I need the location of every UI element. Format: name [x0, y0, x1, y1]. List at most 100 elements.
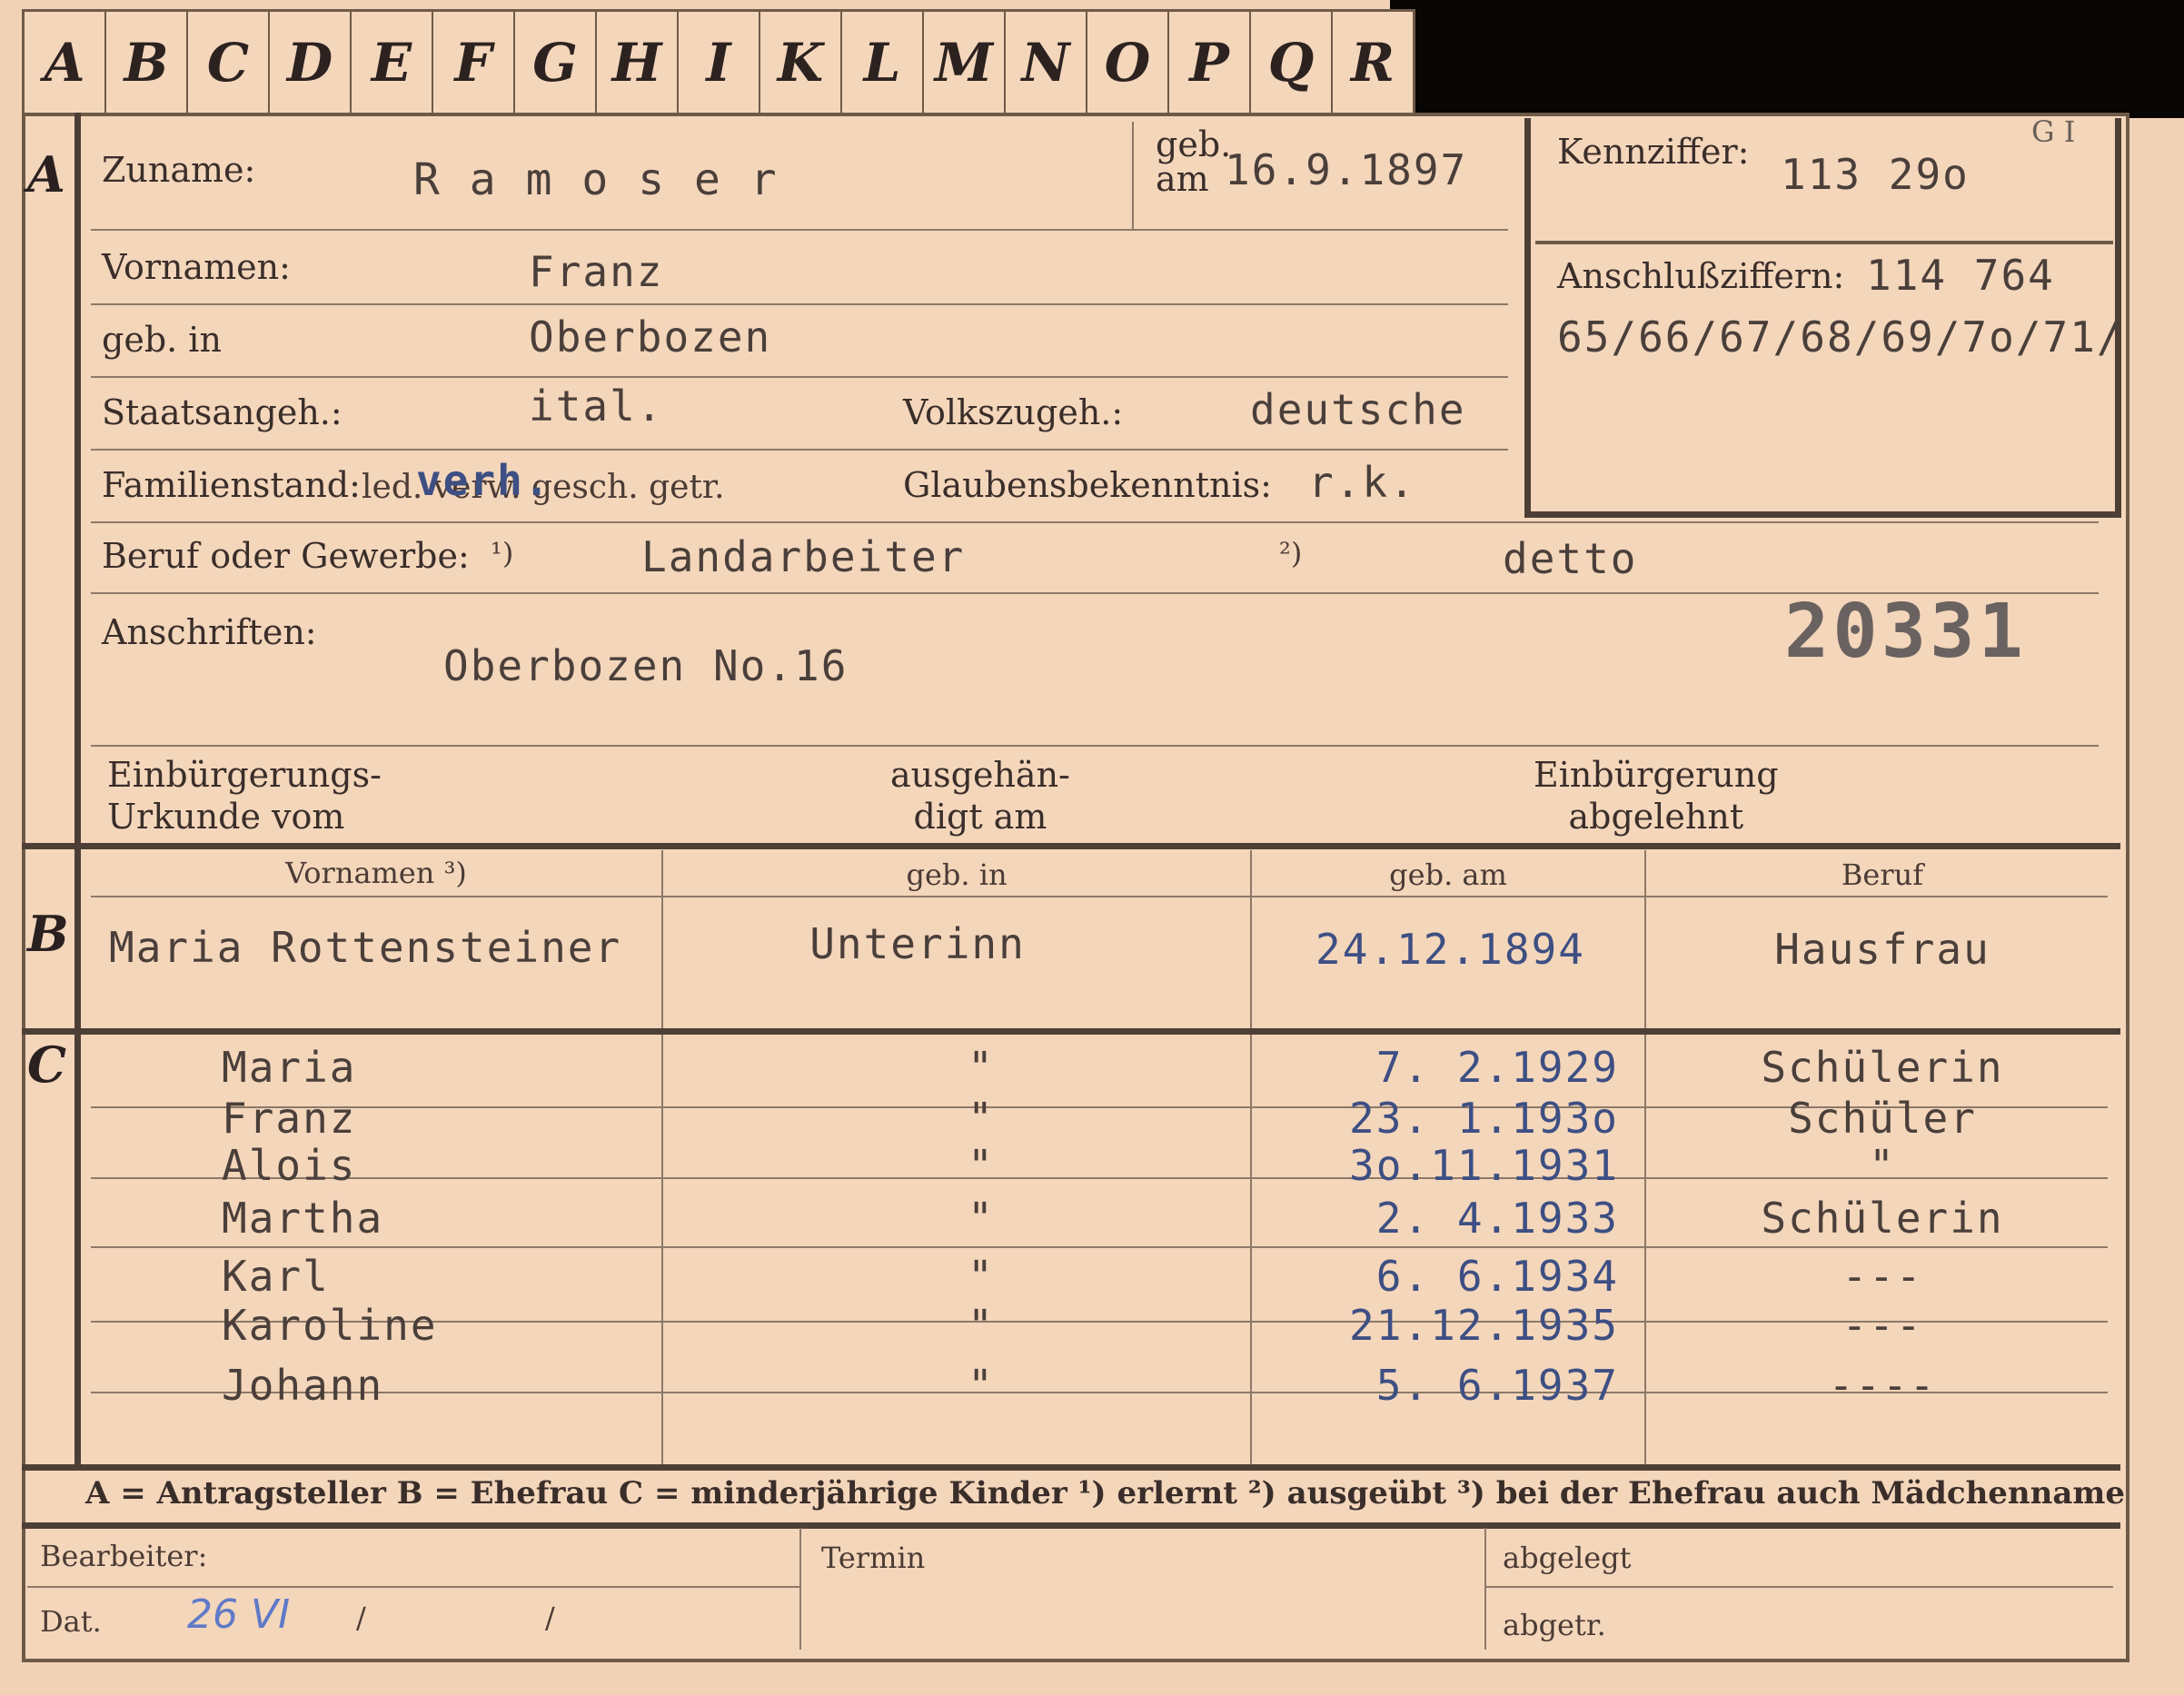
child-name: Maria [222, 1043, 357, 1092]
tab-letter: L [842, 12, 924, 114]
anschriften-value: Oberbozen No.16 [443, 641, 849, 690]
bearbeiter-label: Bearbeiter: [40, 1539, 208, 1573]
header-geb-in: geb. in [906, 857, 1008, 892]
geb-in-label: geb. in [102, 320, 222, 360]
tab-letter: P [1169, 12, 1251, 114]
alphabet-tabs: ABCDEFGHIKLMNOPQR [22, 9, 1415, 116]
tab-letter: F [433, 12, 515, 114]
child-geb-in: " [968, 1141, 995, 1190]
dat-slash-1: / [356, 1601, 366, 1635]
stamp-number: 20331 [1784, 589, 2027, 675]
section-c-letter: C [27, 1036, 66, 1094]
header-beruf: Beruf [1841, 857, 1924, 892]
geb-am-value: 16.9.1897 [1225, 145, 1468, 194]
glaubens-value: r.k. [1308, 458, 1416, 507]
staatsangeh-label: Staatsangeh.: [102, 392, 342, 432]
zuname-label: Zuname: [102, 150, 256, 190]
einbuergerungs-urkunde-label: Einbürgerungs- Urkunde vom [107, 755, 382, 837]
tab-letter: I [679, 12, 760, 114]
ehefrau-geb-in: Unterinn [809, 919, 1026, 968]
tab-letter: B [106, 12, 188, 114]
child-name: Johann [222, 1361, 384, 1410]
child-beruf: --- [1842, 1252, 1923, 1301]
child-name: Karl [222, 1252, 330, 1301]
geb-am-label: geb. am [1156, 124, 1232, 199]
child-beruf: ---- [1828, 1361, 1937, 1410]
child-beruf: Schülerin [1761, 1194, 2004, 1243]
geb-in-value: Oberbozen [529, 312, 772, 362]
abgetr-label: abgetr. [1503, 1608, 1606, 1642]
tab-letter: Q [1251, 12, 1333, 114]
kennziffer-label: Kennziffer: [1557, 132, 1750, 172]
child-geb-in: " [968, 1361, 995, 1410]
einbuergerung-abgelehnt-label: Einbürgerung abgelehnt [1534, 755, 1779, 837]
child-geb-am: 6. 6.1934 [1375, 1252, 1619, 1301]
vornamen-label: Vornamen: [102, 247, 291, 287]
child-geb-in: " [968, 1301, 995, 1350]
child-geb-am: 3o.11.1931 [1349, 1141, 1619, 1190]
tab-letter: D [270, 12, 352, 114]
tab-letter: R [1350, 32, 1395, 94]
beruf-note-1: ¹) [491, 536, 514, 570]
child-name: Alois [222, 1141, 357, 1190]
abgelegt-label: abgelegt [1503, 1541, 1632, 1575]
child-beruf: Schüler [1788, 1094, 1977, 1143]
child-beruf: " [1869, 1141, 1896, 1190]
glaubens-label: Glaubensbekenntnis: [903, 465, 1272, 505]
tab-letter: E [352, 12, 433, 114]
vornamen-value: Franz [529, 247, 664, 296]
tab-letter: K [760, 12, 842, 114]
ehefrau-name: Maria Rottensteiner [109, 923, 622, 972]
dat-slash-2: / [545, 1601, 555, 1635]
beruf-value-2: detto [1503, 534, 1638, 583]
section-a-letter: A [27, 145, 65, 203]
child-name: Karoline [222, 1301, 438, 1350]
child-geb-in: " [968, 1252, 995, 1301]
legend-text: A = Antragsteller B = Ehefrau C = minder… [85, 1475, 2125, 1512]
anschluss-value-2: 65/66/67/68/69/7o/71/ [1557, 312, 2124, 362]
scan-background [1390, 0, 2184, 118]
dat-label: Dat. [40, 1604, 102, 1639]
tab-letter: O [1087, 12, 1169, 114]
child-beruf: Schülerin [1761, 1043, 2004, 1092]
tab-letter: N [1006, 12, 1087, 114]
volkszugeh-label: Volkszugeh.: [903, 392, 1124, 432]
anschriften-label: Anschriften: [102, 612, 317, 652]
ausgehaendigt-label: ausgehän- digt am [890, 755, 1070, 837]
anschluss-value-1: 114 764 [1866, 251, 2055, 300]
child-geb-in: " [968, 1043, 995, 1092]
tab-letter: A [25, 12, 106, 114]
child-geb-in: " [968, 1094, 995, 1143]
tab-letter: G [515, 12, 597, 114]
familienstand-label: Familienstand: [102, 465, 361, 505]
familienstand-value: verh. [416, 456, 551, 505]
header-geb-am: geb. am [1389, 857, 1507, 892]
termin-label: Termin [821, 1541, 926, 1575]
kennziffer-value: 113 29o [1781, 150, 1970, 199]
dat-value: 26 VI [187, 1591, 291, 1638]
child-geb-am: 5. 6.1937 [1375, 1361, 1619, 1410]
section-divider-left [74, 113, 81, 1468]
tab-letter: M [924, 12, 1006, 114]
ehefrau-geb-am: 24.12.1894 [1315, 925, 1585, 974]
child-geb-am: 23. 1.193o [1349, 1094, 1619, 1143]
child-beruf: --- [1842, 1301, 1923, 1350]
anschluss-label: Anschlußziffern: [1557, 256, 1845, 296]
child-geb-am: 2. 4.1933 [1375, 1194, 1619, 1243]
staatsangeh-value: ital. [529, 382, 664, 431]
kennziffer-note: G I [2031, 114, 2076, 149]
volkszugeh-value: deutsche [1250, 385, 1466, 434]
tab-letter: H [597, 12, 679, 114]
ehefrau-beruf: Hausfrau [1774, 925, 1990, 974]
zuname-value: R a m o s e r [413, 154, 779, 205]
section-b-letter: B [27, 905, 69, 963]
beruf-value-1: Landarbeiter [641, 532, 966, 581]
beruf-note-2: ²) [1279, 536, 1303, 570]
tab-letter: C [188, 12, 270, 114]
child-name: Franz [222, 1094, 357, 1143]
header-vornamen: Vornamen ³) [285, 856, 467, 890]
child-geb-am: 21.12.1935 [1349, 1301, 1619, 1350]
child-name: Martha [222, 1194, 384, 1243]
beruf-label: Beruf oder Gewerbe: [102, 536, 470, 576]
child-geb-in: " [968, 1194, 995, 1243]
